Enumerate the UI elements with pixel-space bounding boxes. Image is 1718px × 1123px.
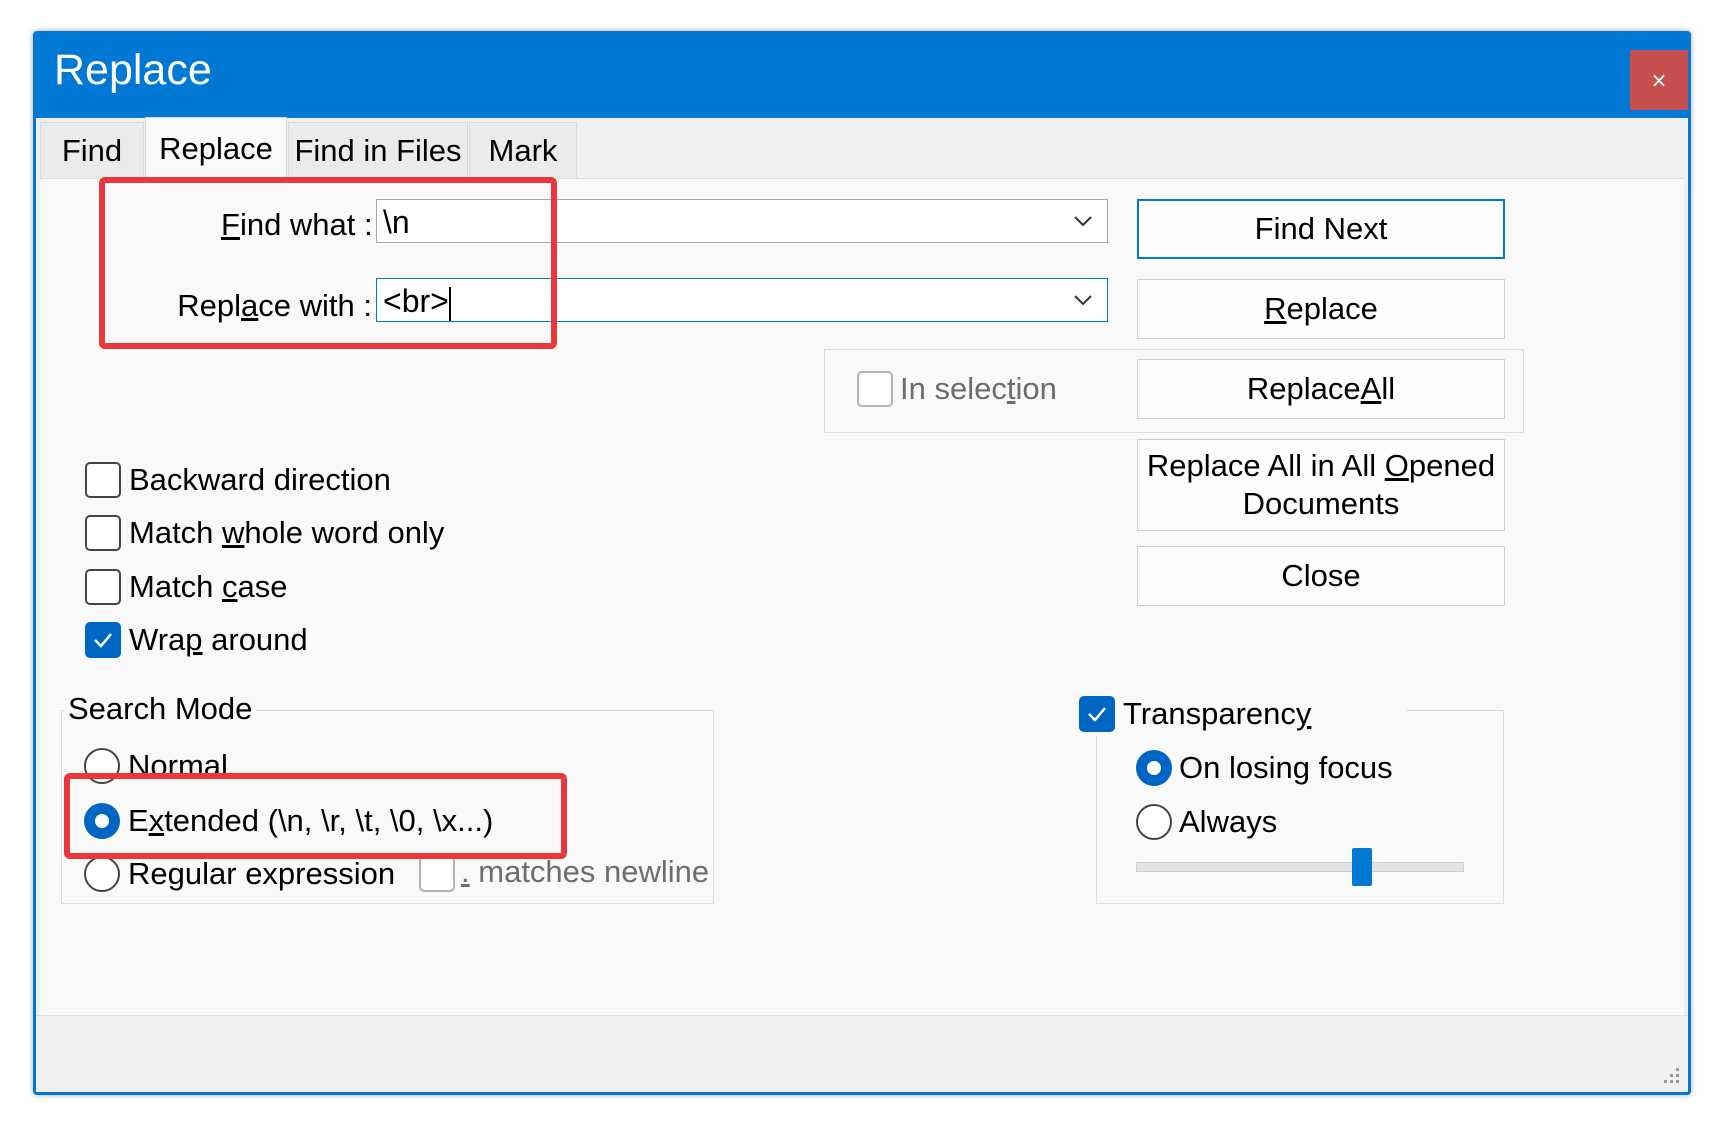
highlight-box-inputs (99, 177, 557, 349)
replace-button-label: eplace (1286, 291, 1378, 326)
matches-newline-checkbox[interactable] (419, 856, 455, 892)
in-selection-label: In selection (900, 371, 1057, 406)
in-selection-checkbox[interactable] (857, 371, 893, 407)
replace-all-opened-line2: Documents (1242, 486, 1400, 521)
close-button[interactable]: Close (1137, 546, 1505, 606)
search-mode-title: Search Mode (64, 691, 257, 727)
always-radio[interactable] (1136, 804, 1172, 840)
regular-expression-radio[interactable] (84, 856, 120, 892)
close-icon: × (1650, 68, 1668, 92)
wrap-around-checkbox[interactable] (85, 622, 121, 658)
always-label: Always (1179, 804, 1278, 839)
backward-direction-checkbox[interactable] (85, 462, 121, 498)
highlight-box-extended (64, 773, 567, 859)
matches-newline-label: . matches newline (461, 854, 710, 889)
transparency-label: Transparency (1123, 696, 1312, 731)
match-case-checkbox[interactable] (85, 569, 121, 605)
transparency-slider-thumb[interactable] (1351, 848, 1372, 886)
resize-grip-icon[interactable] (1660, 1064, 1682, 1086)
replace-all-opened-button[interactable]: Replace All in All Opened Documents (1137, 439, 1505, 531)
transparency-slider-track[interactable] (1136, 862, 1464, 872)
replace-button-mnemonic: R (1264, 291, 1287, 326)
chevron-down-icon[interactable] (1073, 206, 1093, 236)
on-losing-focus-radio[interactable] (1136, 750, 1172, 786)
find-next-button[interactable]: Find Next (1137, 199, 1505, 259)
tab-replace-label: Replace (159, 131, 273, 166)
tab-find-in-files-label: Find in Files (294, 132, 462, 168)
tab-mark[interactable]: Mark (469, 122, 577, 178)
tab-replace[interactable]: Replace (145, 117, 287, 180)
tab-find[interactable]: Find (40, 122, 144, 178)
checkmark-icon (1088, 707, 1106, 722)
title-bar: Replace × (36, 34, 1688, 118)
transparency-checkbox[interactable] (1079, 696, 1115, 732)
status-bar (36, 1015, 1688, 1092)
replace-all-button[interactable]: Replace All (1137, 359, 1505, 419)
replace-button[interactable]: Replace (1137, 279, 1505, 339)
replace-all-opened-line1: Replace All in All Opened (1146, 448, 1496, 483)
match-whole-word-checkbox[interactable] (85, 515, 121, 551)
close-window-button[interactable]: × (1630, 50, 1688, 110)
on-losing-focus-label: On losing focus (1179, 750, 1393, 785)
match-case-label: Match case (129, 569, 288, 604)
tab-find-in-files[interactable]: Find in Files (288, 122, 468, 178)
tab-mark-label: Mark (488, 132, 558, 168)
regular-expression-label: Regular expression (128, 856, 396, 891)
chevron-down-icon[interactable] (1073, 285, 1093, 315)
tab-find-label: Find (61, 132, 123, 168)
replace-dialog: Replace × Find Replace Find in Files Mar… (33, 31, 1691, 1095)
backward-direction-label: Backward direction (129, 462, 391, 497)
checkmark-icon (94, 633, 112, 648)
wrap-around-label: Wrap around (129, 622, 308, 657)
dialog-title: Replace (54, 46, 212, 94)
match-whole-word-label: Match whole word only (129, 515, 445, 550)
